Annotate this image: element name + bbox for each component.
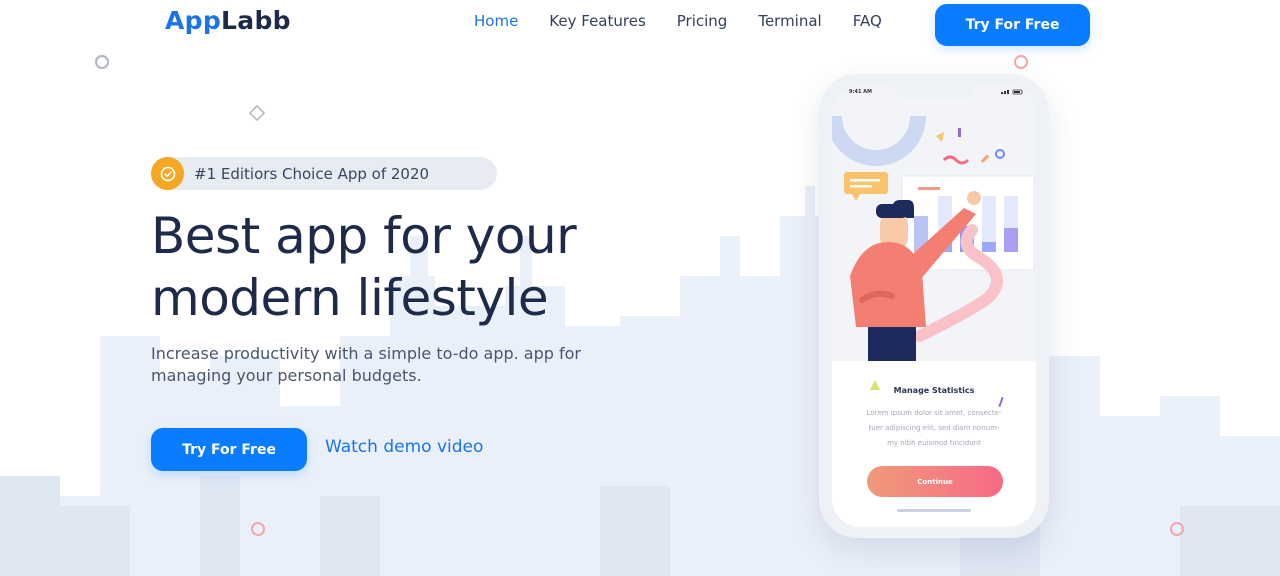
headline-line-2: modern lifestyle	[151, 269, 549, 327]
hero-headline: Best app for your modern lifestyle	[151, 205, 671, 329]
phone-screen: 9:41 AM Manage Statistics Lorem ipsum do…	[832, 86, 1036, 527]
main-nav: Home Key Features Pricing Terminal FAQ	[474, 12, 882, 30]
wifi-battery-icon	[1001, 89, 1023, 95]
status-time: 9:41 AM	[849, 89, 873, 95]
man-presenting-chart-illustration	[832, 115, 1035, 361]
nav-item-key-features[interactable]: Key Features	[549, 12, 645, 30]
card-text: Lorem ipsum dolor sit amet, consecte- tu…	[846, 406, 1022, 451]
editors-choice-badge: #1 Editiors Choice App of 2020	[151, 157, 497, 190]
phone-mockup: 9:41 AM Manage Statistics Lorem ipsum do…	[819, 74, 1049, 538]
hero-try-free-button[interactable]: Try For Free	[151, 428, 307, 471]
ring-decoration	[1170, 522, 1184, 536]
continue-button[interactable]: Continue	[867, 466, 1003, 497]
check-circle-icon	[151, 157, 184, 190]
nav-item-pricing[interactable]: Pricing	[677, 12, 728, 30]
nav-item-faq[interactable]: FAQ	[853, 12, 882, 30]
watch-demo-link[interactable]: Watch demo video	[325, 437, 483, 457]
ring-decoration	[251, 522, 265, 536]
card-text-line-3: my nibh euismod tincidunt	[887, 439, 981, 447]
card-text-line-2: tuer adipiscing elit, sed diam nonum-	[868, 424, 1000, 432]
subtext-line-1: Increase productivity with a simple to-d…	[151, 344, 581, 363]
ring-decoration	[95, 55, 109, 69]
card-text-line-1: Lorem ipsum dolor sit amet, consecte-	[866, 409, 1002, 417]
subtext-line-2: managing your personal budgets.	[151, 366, 422, 385]
card-title: Manage Statistics	[893, 386, 975, 395]
diamond-decoration	[248, 104, 266, 122]
headline-line-1: Best app for your	[151, 207, 577, 265]
nav-item-terminal[interactable]: Terminal	[758, 12, 821, 30]
logo-part-labb: Labb	[221, 6, 291, 35]
brand-logo[interactable]: AppLabb	[165, 6, 291, 35]
hero-subtext: Increase productivity with a simple to-d…	[151, 343, 631, 387]
status-icons	[1001, 89, 1023, 97]
ring-decoration	[1014, 55, 1028, 69]
home-indicator	[897, 509, 971, 512]
badge-text: #1 Editiors Choice App of 2020	[194, 165, 430, 183]
nav-try-free-button[interactable]: Try For Free	[935, 4, 1090, 46]
phone-notch	[894, 86, 974, 98]
logo-part-app: App	[165, 6, 222, 35]
nav-item-home[interactable]: Home	[474, 12, 518, 30]
